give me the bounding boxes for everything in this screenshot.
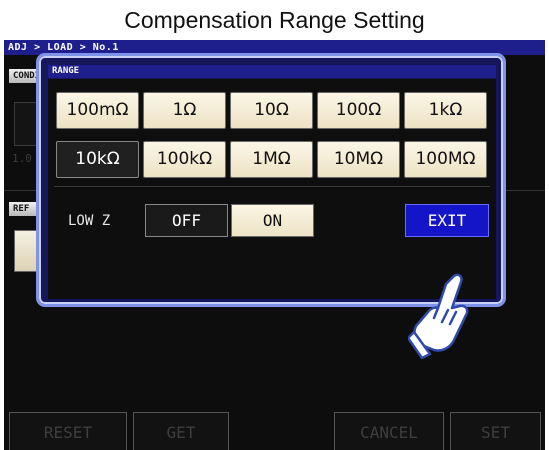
range-button-0[interactable]: 100mΩ (56, 92, 139, 129)
lowz-off-button[interactable]: OFF (145, 204, 228, 237)
reset-button[interactable]: RESET (9, 412, 127, 450)
range-button-7[interactable]: 1MΩ (230, 141, 313, 178)
lowz-label: LOW Z (68, 213, 111, 229)
range-button-3[interactable]: 100Ω (317, 92, 400, 129)
range-button-2[interactable]: 10Ω (230, 92, 313, 129)
range-button-5[interactable]: 10kΩ (56, 141, 139, 178)
range-button-6[interactable]: 100kΩ (143, 141, 226, 178)
range-button-4[interactable]: 1kΩ (404, 92, 487, 129)
exit-button[interactable]: EXIT (405, 204, 489, 237)
range-dialog-header: RANGE (48, 65, 496, 78)
set-button[interactable]: SET (450, 412, 541, 450)
dialog-divider (54, 186, 490, 187)
range-button-1[interactable]: 1Ω (143, 92, 226, 129)
background-value: 1.0 (12, 152, 32, 165)
pointing-hand-icon (408, 273, 469, 360)
lowz-on-button[interactable]: ON (231, 204, 314, 237)
page-title: Compensation Range Setting (124, 7, 425, 33)
range-button-8[interactable]: 10MΩ (317, 141, 400, 178)
range-button-9[interactable]: 100MΩ (404, 141, 487, 178)
get-button[interactable]: GET (133, 412, 229, 450)
cancel-button[interactable]: CANCEL (334, 412, 444, 450)
